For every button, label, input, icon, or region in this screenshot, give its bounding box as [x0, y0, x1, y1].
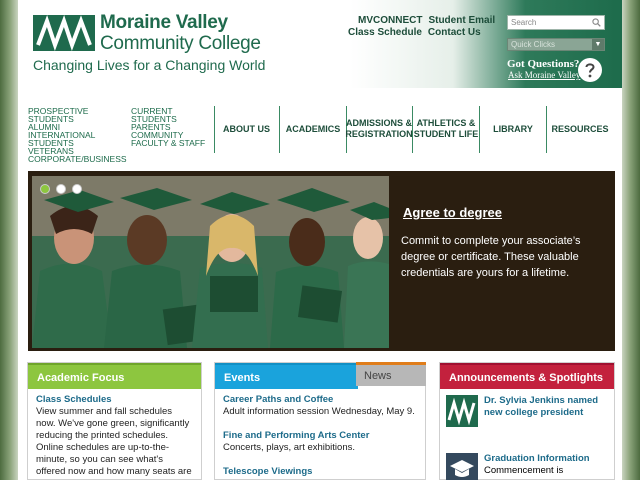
event-title-telescope[interactable]: Telescope Viewings [223, 466, 417, 478]
announcements-panel: Announcements & Spotlights Dr. Sylvia Je… [439, 362, 615, 480]
event-title-career-paths[interactable]: Career Paths and Coffee [223, 394, 417, 406]
nav-admissions-registration[interactable]: ADMISSIONS & REGISTRATION [345, 104, 412, 154]
announcement-item: Dr. Sylvia Jenkins named new college pre… [484, 395, 610, 419]
main-navigation: PROSPECTIVE STUDENTS ALUMNI INTERNATIONA… [18, 104, 622, 164]
class-schedule-link[interactable]: Class Schedule [348, 27, 422, 38]
nav-library[interactable]: LIBRARY [480, 104, 546, 154]
logo-name-line2[interactable]: Community College [100, 33, 261, 55]
announcement-title-graduation[interactable]: Graduation Information [484, 453, 610, 465]
search-icon[interactable] [592, 18, 601, 27]
tab-news[interactable]: News [356, 362, 426, 386]
audience-links-col2: CURRENT STUDENTS PARENTS COMMUNITY FACUL… [131, 107, 205, 148]
slide-dot-1[interactable] [40, 184, 50, 194]
academic-focus-panel: Academic Focus Class Schedules View summ… [27, 362, 202, 480]
nav-faculty-staff[interactable]: FACULTY & STAFF [131, 139, 205, 148]
nav-academics[interactable]: ACADEMICS [280, 104, 346, 154]
college-logo-icon[interactable] [33, 15, 95, 51]
nav-resources[interactable]: RESOURCES [547, 104, 613, 154]
top-links-row2: Class Schedule Contact Us [348, 27, 487, 38]
announcement-title-president[interactable]: Dr. Sylvia Jenkins named new college pre… [484, 395, 610, 419]
class-schedules-link[interactable]: Class Schedules [36, 394, 193, 406]
audience-links-col1: PROSPECTIVE STUDENTS ALUMNI INTERNATIONA… [28, 107, 127, 164]
got-questions-heading: Got Questions? [507, 58, 580, 70]
mv-logo-thumbnail-icon[interactable] [446, 395, 478, 427]
quick-clicks-label: Quick Clicks [511, 40, 556, 49]
nav-corporate-business[interactable]: CORPORATE/BUSINESS [28, 155, 127, 164]
tab-events[interactable]: Events [215, 363, 358, 389]
nav-athletics-student-life[interactable]: ATHLETICS & STUDENT LIFE [413, 104, 479, 154]
announcement-text: Commencement is [484, 465, 564, 476]
ask-moraine-valley-link[interactable]: Ask Moraine Valley [508, 70, 580, 80]
nav-about-us[interactable]: ABOUT US [215, 104, 278, 154]
graduation-cap-icon[interactable] [446, 453, 478, 480]
top-links-row1: MVCONNECT Student Email [358, 15, 501, 26]
page: Moraine Valley Community College Changin… [18, 0, 622, 480]
event-text: Concerts, plays, art exhibitions. [223, 442, 356, 453]
slide-dot-3[interactable] [72, 184, 82, 194]
hero-description: Commit to complete your associate’s degr… [401, 235, 581, 279]
announcements-heading: Announcements & Spotlights [440, 363, 614, 389]
search-input[interactable]: Search [507, 15, 605, 30]
contact-us-link[interactable]: Contact Us [428, 27, 481, 38]
event-title-fine-arts[interactable]: Fine and Performing Arts Center [223, 430, 417, 442]
quick-clicks-dropdown[interactable]: Quick Clicks ▼ [507, 38, 605, 51]
graduates-photo[interactable] [32, 176, 389, 348]
hero-title-link[interactable]: Agree to degree [403, 205, 502, 220]
student-email-link[interactable]: Student Email [428, 15, 495, 26]
tagline: Changing Lives for a Changing World [33, 57, 266, 73]
slide-dot-2[interactable] [56, 184, 66, 194]
mvconnect-link[interactable]: MVCONNECT [358, 15, 422, 26]
class-schedules-text: View summer and fall schedules now. We'v… [36, 406, 192, 477]
academic-focus-heading: Academic Focus [28, 363, 201, 389]
question-icon[interactable] [578, 58, 602, 82]
hero-banner: Agree to degree Commit to complete your … [28, 171, 615, 351]
chevron-down-icon: ▼ [592, 39, 604, 50]
search-placeholder: Search [511, 18, 537, 27]
site-header: Moraine Valley Community College Changin… [18, 0, 622, 88]
announcement-item: Graduation Information Commencement is [484, 453, 610, 477]
logo-name-line1[interactable]: Moraine Valley [100, 12, 228, 34]
event-text: Adult information session Wednesday, May… [223, 406, 415, 417]
